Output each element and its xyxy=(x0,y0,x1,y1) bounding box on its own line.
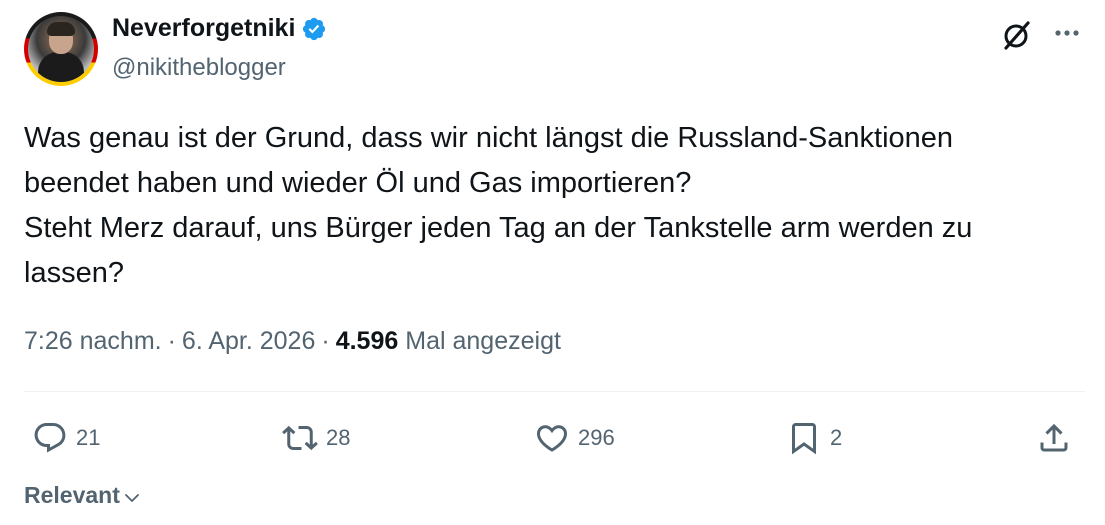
tweet-date[interactable]: 6. Apr. 2026 xyxy=(182,327,315,356)
like-count: 296 xyxy=(578,425,615,450)
share-upload-icon xyxy=(1040,423,1068,452)
replies-sort-label: Relevant xyxy=(24,482,120,508)
heart-icon xyxy=(536,425,568,452)
share-button[interactable] xyxy=(1036,418,1072,458)
tweet-meta: 7:26 nachm. · 6. Apr. 2026 · 4.596 Mal a… xyxy=(24,327,561,356)
repost-button[interactable]: 28 xyxy=(282,418,350,458)
grok-icon[interactable] xyxy=(1000,18,1034,52)
author-display-name[interactable]: Neverforgetniki xyxy=(112,14,295,43)
reply-button[interactable]: 21 xyxy=(32,418,100,458)
like-button[interactable]: 296 xyxy=(534,418,615,458)
author-handle[interactable]: @nikitheblogger xyxy=(112,54,286,82)
avatar-image xyxy=(28,16,94,82)
divider xyxy=(24,391,1085,392)
views-count: 4.596 xyxy=(335,327,399,355)
repost-count: 28 xyxy=(326,425,351,450)
bookmark-count: 2 xyxy=(830,425,843,450)
tweet-text: Was genau ist der Grund, dass wir nicht … xyxy=(24,122,973,289)
chevron-down-icon xyxy=(124,493,139,502)
reply-bubble-icon xyxy=(34,423,66,453)
tweet-time[interactable]: 7:26 nachm. xyxy=(24,327,162,356)
bookmark-icon xyxy=(792,423,816,455)
more-dots-icon[interactable] xyxy=(1050,18,1084,52)
tweet: Neverforgetniki @nikitheblogger Was gena… xyxy=(0,0,1105,525)
verified-badge-icon[interactable] xyxy=(301,16,327,42)
replies-sort-dropdown[interactable]: Relevant xyxy=(24,482,142,509)
views-label: Mal angezeigt xyxy=(405,327,561,355)
reply-count: 21 xyxy=(76,425,101,450)
meta-separator: · xyxy=(167,327,176,355)
repost-arrows-icon xyxy=(282,425,318,451)
bookmark-button[interactable]: 2 xyxy=(786,418,842,458)
author-name-row: Neverforgetniki xyxy=(112,14,327,43)
avatar[interactable] xyxy=(24,12,98,86)
meta-separator: · xyxy=(321,327,330,355)
